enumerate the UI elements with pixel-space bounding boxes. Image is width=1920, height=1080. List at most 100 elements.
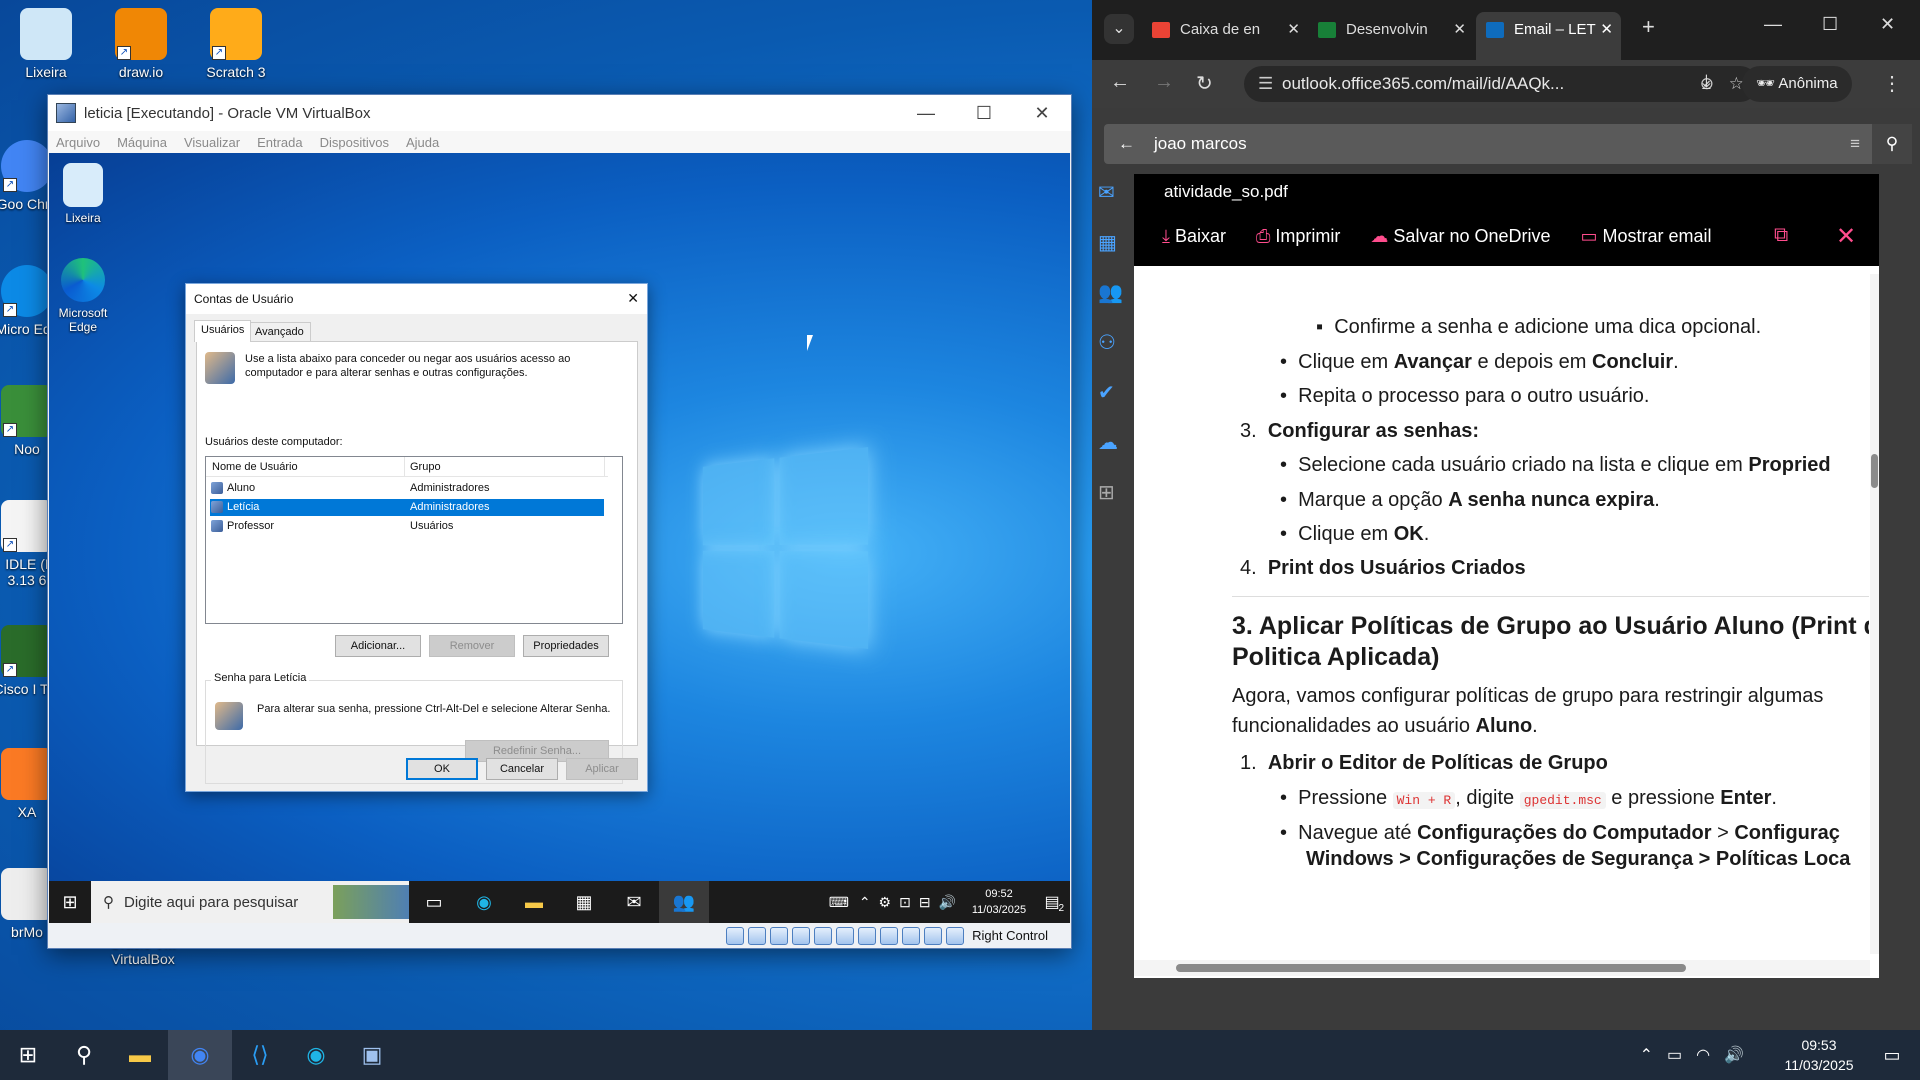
user-row-aluno[interactable]: Aluno Administradores xyxy=(210,480,604,497)
owa-search-box[interactable]: ← joao marcos ≡ ⚲ xyxy=(1104,124,1912,164)
download-icon[interactable]: ⤓ xyxy=(1702,71,1711,94)
hdd-icon[interactable] xyxy=(726,926,745,945)
tab-avancado[interactable]: Avançado xyxy=(248,322,311,342)
edge-icon[interactable]: ◉ xyxy=(459,881,509,923)
network-icon[interactable] xyxy=(792,926,811,945)
search-icon[interactable]: ⚲ xyxy=(56,1030,112,1080)
file-explorer-icon[interactable]: ▬ xyxy=(509,881,559,923)
menu-dispositivos[interactable]: Dispositivos xyxy=(320,135,389,150)
back-arrow-icon[interactable]: ← xyxy=(1118,124,1135,164)
mouse-integration-icon[interactable] xyxy=(946,926,965,945)
column-username[interactable]: Nome de Usuário xyxy=(212,461,298,473)
vscode-icon[interactable]: ⟨⟩ xyxy=(232,1030,288,1080)
minimize-icon[interactable]: — xyxy=(1764,14,1782,35)
column-group[interactable]: Grupo xyxy=(410,461,441,473)
guest-icon-recycle-bin[interactable]: Lixeira xyxy=(50,163,116,225)
tray-icons[interactable]: ⌃▭◠🔊 xyxy=(1640,1045,1758,1065)
save-onedrive-button[interactable]: ☁ Salvar no OneDrive xyxy=(1370,226,1550,247)
start-icon[interactable]: ⊞ xyxy=(0,1030,56,1080)
tab-close-icon[interactable]: ✕ xyxy=(1453,12,1466,48)
notification-icon[interactable]: ▭ xyxy=(1864,1030,1920,1080)
tab-gmail[interactable]: Caixa de en ✕ xyxy=(1142,12,1308,48)
todo-icon[interactable]: ✔ xyxy=(1098,380,1128,430)
edge-icon[interactable]: ◉ xyxy=(288,1030,344,1080)
calendar-icon[interactable]: ▦ xyxy=(1098,230,1128,280)
user-row-professor[interactable]: Professor Usuários xyxy=(210,518,604,535)
mail-icon[interactable]: ✉ xyxy=(1098,180,1128,230)
user-accounts-taskbar-icon[interactable]: 👥 xyxy=(659,881,709,923)
show-email-button[interactable]: ▭ Mostrar email xyxy=(1581,226,1712,247)
maximize-icon[interactable]: ☐ xyxy=(955,95,1013,131)
desktop-icon-drawio[interactable]: ↗ draw.io xyxy=(98,8,184,80)
display-icon[interactable] xyxy=(858,926,877,945)
address-bar[interactable]: ☰ outlook.office365.com/mail/id/AAQk... … xyxy=(1244,66,1758,102)
pdf-horizontal-scrollbar[interactable] xyxy=(1134,960,1870,976)
download-pdf-button[interactable]: ⤓ Baixar xyxy=(1162,226,1226,247)
properties-button[interactable]: Propriedades xyxy=(523,635,609,657)
open-new-window-icon[interactable]: ⧉ xyxy=(1774,224,1788,247)
close-icon[interactable]: ✕ xyxy=(1880,14,1895,35)
minimize-icon[interactable]: — xyxy=(897,95,955,131)
forward-icon[interactable]: → xyxy=(1154,71,1174,94)
desktop-icon-scratch[interactable]: ↗ Scratch 3 xyxy=(193,8,279,80)
vbox-titlebar[interactable]: leticia [Executando] - Oracle VM Virtual… xyxy=(48,95,1071,131)
guest-icon-edge[interactable]: Microsoft Edge xyxy=(50,258,116,334)
scrollbar-thumb[interactable] xyxy=(1176,964,1686,972)
usb-icon[interactable] xyxy=(814,926,833,945)
cpu-icon[interactable] xyxy=(902,926,921,945)
user-row-leticia[interactable]: Letícia Administradores xyxy=(210,499,604,516)
people-icon[interactable]: 👥 xyxy=(1098,280,1128,330)
onedrive-icon[interactable]: ☁ xyxy=(1098,430,1128,480)
tab-usuarios[interactable]: Usuários xyxy=(194,320,252,342)
more-apps-icon[interactable]: ⊞ xyxy=(1098,480,1128,530)
filter-icon[interactable]: ≡ xyxy=(1850,124,1860,164)
search-icon[interactable]: ⚲ xyxy=(1872,124,1912,164)
dialog-titlebar[interactable]: Contas de Usuário ✕ xyxy=(186,284,647,314)
keyboard-icon[interactable]: ⌨ xyxy=(819,881,859,923)
print-button[interactable]: ⎙ Imprimir xyxy=(1256,226,1340,247)
store-icon[interactable]: ▦ xyxy=(559,881,609,923)
tab-sheets[interactable]: Desenvolvin ✕ xyxy=(1308,12,1474,48)
close-icon[interactable]: ✕ xyxy=(627,290,639,307)
users-listview[interactable]: Nome de Usuário Grupo Aluno Administrado… xyxy=(205,456,623,624)
close-icon[interactable]: ✕ xyxy=(1836,222,1856,251)
chrome-icon[interactable]: ◉ xyxy=(168,1030,232,1080)
shared-folders-icon[interactable] xyxy=(836,926,855,945)
maximize-icon[interactable]: ☐ xyxy=(1822,14,1838,35)
incognito-profile-button[interactable]: 🕶 Anônima xyxy=(1742,66,1852,102)
guest-search-box[interactable]: ⚲ Digite aqui para pesquisar xyxy=(91,881,409,923)
tab-search-icon[interactable]: ⌄ xyxy=(1104,14,1134,44)
reload-icon[interactable]: ↻ xyxy=(1196,71,1213,96)
new-tab-icon[interactable]: + xyxy=(1642,14,1655,40)
host-clock[interactable]: 09:53 11/03/2025 xyxy=(1774,1035,1864,1075)
vt-icon[interactable] xyxy=(924,926,943,945)
notification-icon[interactable]: ▤ 2 xyxy=(1034,892,1070,914)
optical-drive-icon[interactable] xyxy=(748,926,767,945)
menu-visualizar[interactable]: Visualizar xyxy=(184,135,240,150)
tab-outlook[interactable]: Email – LET ✕ xyxy=(1476,12,1621,60)
apply-button[interactable]: Aplicar xyxy=(566,758,638,780)
menu-maquina[interactable]: Máquina xyxy=(117,135,167,150)
back-icon[interactable]: ← xyxy=(1110,71,1130,94)
task-view-icon[interactable]: ▭ xyxy=(409,881,459,923)
groups-icon[interactable]: ⚇ xyxy=(1098,330,1128,380)
virtualbox-icon[interactable]: ▣ xyxy=(344,1030,400,1080)
menu-arquivo[interactable]: Arquivo xyxy=(56,135,100,150)
guest-clock[interactable]: 09:52 11/03/2025 xyxy=(964,886,1034,918)
pdf-vertical-scrollbar[interactable] xyxy=(1870,274,1879,954)
menu-ajuda[interactable]: Ajuda xyxy=(406,135,439,150)
scrollbar-thumb[interactable] xyxy=(1871,454,1878,488)
add-user-button[interactable]: Adicionar... xyxy=(335,635,421,657)
cancel-button[interactable]: Cancelar xyxy=(486,758,558,780)
mail-icon[interactable]: ✉ xyxy=(609,881,659,923)
close-icon[interactable]: ✕ xyxy=(1013,95,1071,131)
file-explorer-icon[interactable]: ▬ xyxy=(112,1030,168,1080)
desktop-icon-recycle-bin[interactable]: Lixeira xyxy=(3,8,89,80)
menu-entrada[interactable]: Entrada xyxy=(257,135,303,150)
recording-icon[interactable] xyxy=(880,926,899,945)
tray-icons[interactable]: ⌃⚙⊡⊟🔊 xyxy=(859,894,964,911)
remove-user-button[interactable]: Remover xyxy=(429,635,515,657)
audio-icon[interactable] xyxy=(770,926,789,945)
ok-button[interactable]: OK xyxy=(406,758,478,780)
guest-start-icon[interactable]: ⊞ xyxy=(49,881,91,923)
